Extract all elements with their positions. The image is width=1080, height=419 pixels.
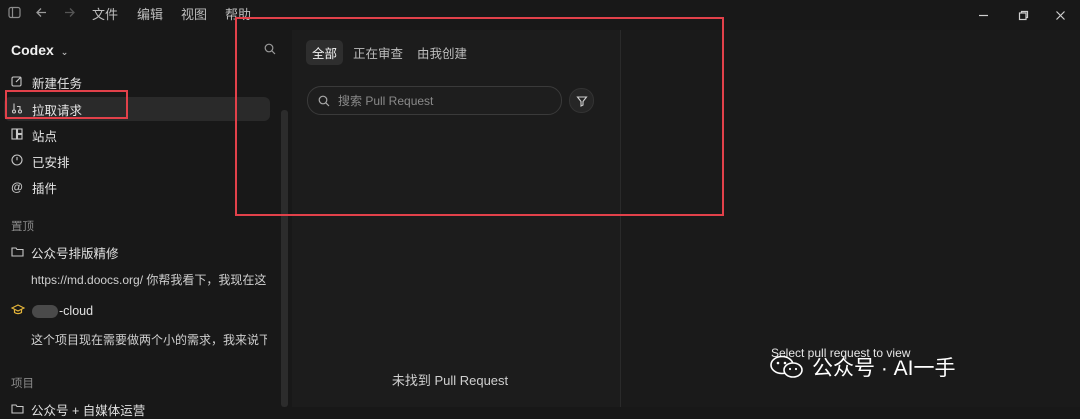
- back-arrow-icon[interactable]: [35, 0, 48, 30]
- sidebar-item-label: 新建任务: [32, 76, 83, 91]
- menu-view[interactable]: 视图: [181, 0, 207, 30]
- restore-button[interactable]: [1003, 0, 1043, 30]
- project-item-title[interactable]: 公众号 + 自媒体运营: [11, 400, 145, 419]
- restore-icon: [1018, 10, 1028, 20]
- annotation-box: [5, 90, 128, 119]
- edit-icon: [10, 75, 24, 90]
- sites-icon: [10, 127, 24, 143]
- sidebar-item-sites[interactable]: 站点: [4, 123, 270, 147]
- pinned-item-title[interactable]: 公众号排版精修: [11, 243, 119, 262]
- minimize-icon: [978, 14, 988, 16]
- menu-edit[interactable]: 编辑: [137, 0, 163, 30]
- sidebar-toggle-icon[interactable]: [8, 0, 21, 30]
- app-switcher[interactable]: Codex ⌄: [11, 42, 68, 58]
- menu-file[interactable]: 文件: [92, 0, 118, 30]
- pinned-item-title[interactable]: -cloud: [10, 304, 94, 318]
- pinned-title: 公众号排版精修: [31, 247, 119, 261]
- graduation-cap-icon: [10, 304, 26, 318]
- chevron-down-icon: ⌄: [60, 47, 69, 57]
- folder-icon: [11, 403, 24, 417]
- pinned-item-snippet[interactable]: 这个项目现在需要做两个小的需求，我来说下: [31, 331, 267, 348]
- redacted-blur: [32, 304, 58, 318]
- close-button[interactable]: [1040, 0, 1080, 30]
- watermark: 公众号 · AI一手: [770, 352, 956, 382]
- projects-section-label: 项目: [11, 378, 34, 390]
- minimize-button[interactable]: [963, 0, 1003, 30]
- watermark-text: 公众号 · AI一手: [812, 357, 956, 380]
- pinned-item-snippet[interactable]: https://md.doocs.org/ 你帮我看下，我现在这: [31, 271, 267, 288]
- sidebar-item-scheduled[interactable]: 已安排: [4, 149, 270, 173]
- sidebar-item-label: 已安排: [32, 155, 70, 170]
- close-icon: [1055, 10, 1065, 20]
- wechat-logo-icon: [770, 355, 803, 378]
- project-title: 公众号 + 自媒体运营: [31, 404, 146, 418]
- app-name: Codex: [11, 42, 54, 58]
- at-icon: @: [11, 180, 23, 194]
- sidebar-item-plugins[interactable]: @ 插件: [4, 175, 270, 199]
- forward-arrow-icon[interactable]: [63, 0, 76, 30]
- annotation-box: [235, 17, 724, 216]
- clock-icon: [10, 153, 24, 169]
- sidebar-item-label: 站点: [32, 129, 58, 144]
- pinned-title: -cloud: [59, 304, 94, 318]
- empty-state-text: 未找到 Pull Request: [391, 373, 509, 388]
- folder-icon: [11, 246, 24, 260]
- pinned-section-label: 置顶: [11, 221, 34, 233]
- sidebar-item-label: 插件: [32, 181, 58, 196]
